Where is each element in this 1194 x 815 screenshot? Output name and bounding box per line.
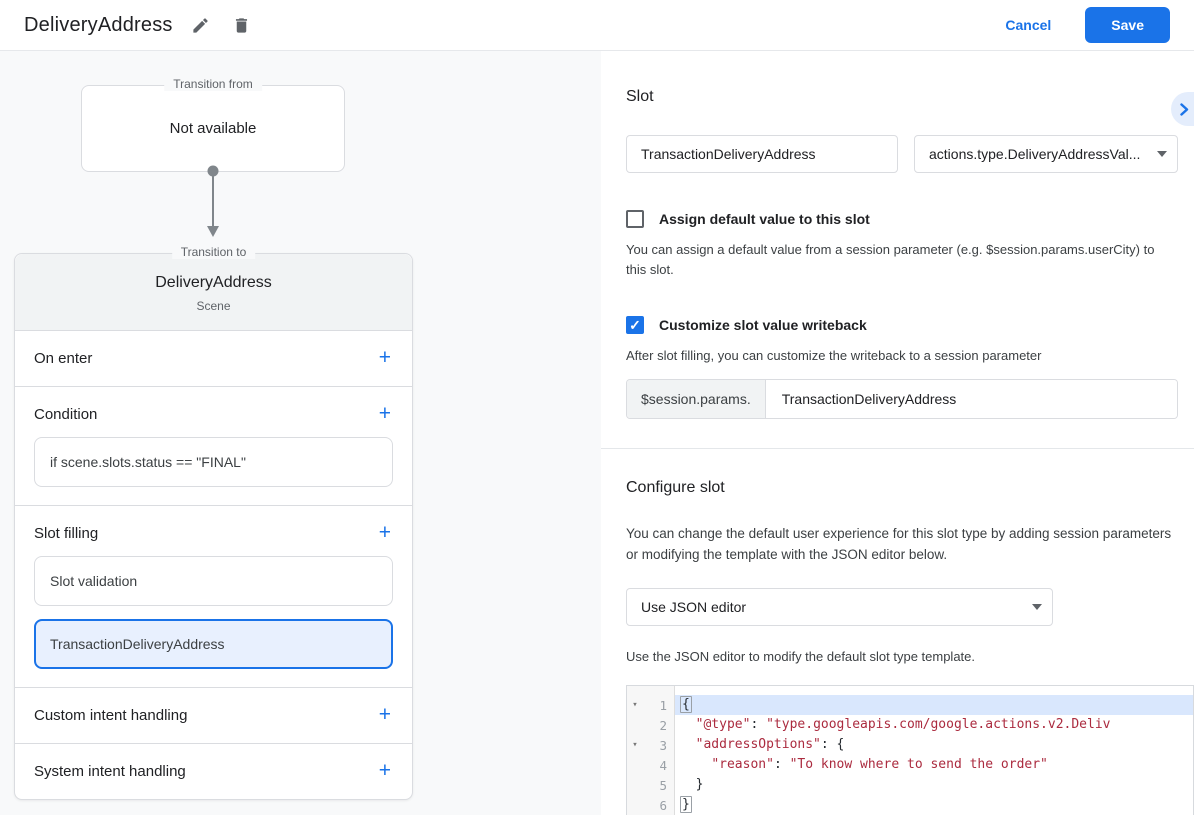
- slot-type-select[interactable]: actions.type.DeliveryAddressVal...: [914, 135, 1178, 173]
- scene-subtitle: Scene: [196, 299, 231, 313]
- scene-sections: On enter + Condition + if scene.slots.status…: [15, 331, 412, 799]
- transition-from-legend: Transition from: [164, 77, 262, 91]
- scene-item[interactable]: Slot validation: [34, 556, 393, 606]
- delete-button[interactable]: [228, 12, 255, 39]
- section-divider: [601, 448, 1194, 449]
- top-bar: DeliveryAddress Cancel Save: [0, 0, 1194, 51]
- trash-icon: [232, 16, 251, 35]
- scene-section-custom-intent-handling: Custom intent handling +: [15, 688, 412, 744]
- code-line-4: "reason": "To know where to send the ord…: [711, 757, 1048, 772]
- dropdown-caret-icon: [1157, 151, 1167, 157]
- edit-button[interactable]: [187, 12, 214, 39]
- writeback-checkbox[interactable]: ✓: [626, 316, 644, 334]
- writeback-description: After slot filling, you can customize th…: [626, 348, 1042, 363]
- scene-item[interactable]: if scene.slots.status == "FINAL": [34, 437, 393, 487]
- fold-arrow-icon[interactable]: ▾: [627, 740, 643, 750]
- gutter-line: 6: [627, 795, 674, 815]
- section-label: Condition: [34, 405, 98, 423]
- writeback-input-group: $session.params. TransactionDeliveryAddr…: [626, 379, 1178, 419]
- line-number: 3: [659, 737, 667, 753]
- assign-default-description: You can assign a default value from a se…: [626, 242, 1155, 277]
- scene-item[interactable]: TransactionDeliveryAddress: [34, 619, 393, 669]
- gutter-line: ▾ 1: [627, 695, 674, 715]
- transition-to-legend: Transition to: [171, 245, 256, 259]
- line-number: 1: [659, 697, 667, 713]
- line-number: 5: [659, 777, 667, 793]
- scene-section-slot-filling: Slot filling + Slot validation TransactionD…: [15, 506, 412, 688]
- editor-code-area[interactable]: { "@type": "type.googleapis.com/google.a…: [675, 686, 1193, 815]
- dropdown-caret-icon: [1032, 604, 1042, 610]
- fold-arrow-icon[interactable]: ▾: [627, 700, 643, 710]
- code-line-6: }: [680, 796, 692, 813]
- save-button[interactable]: Save: [1085, 7, 1170, 43]
- editor-mode-value: Use JSON editor: [641, 599, 747, 615]
- flow-arrow-icon: [203, 165, 223, 244]
- gutter-line: ▾ 3: [627, 735, 674, 755]
- code-line-1: {: [675, 695, 1193, 715]
- collapse-panel-button[interactable]: [1171, 92, 1194, 126]
- pencil-icon: [191, 16, 210, 35]
- line-number: 6: [659, 797, 667, 813]
- slot-type-value: actions.type.DeliveryAddressVal...: [929, 146, 1141, 162]
- code-line-2: "@type": "type.googleapis.com/google.act…: [695, 717, 1111, 732]
- line-number: 2: [659, 717, 667, 733]
- section-label: Custom intent handling: [34, 706, 188, 724]
- chevron-right-icon: [1180, 102, 1189, 116]
- transition-from-content: Not available: [169, 120, 257, 137]
- add-system-intent-handling-button[interactable]: +: [377, 760, 393, 781]
- editor-gutter: ▾ 1 2 ▾ 3 4 5 6: [627, 686, 675, 815]
- add-slot-filling-button[interactable]: +: [377, 522, 393, 543]
- cancel-button[interactable]: Cancel: [1005, 17, 1051, 33]
- add-on-enter-button[interactable]: +: [377, 347, 393, 368]
- scene-section-on-enter: On enter +: [15, 331, 412, 387]
- writeback-label: Customize slot value writeback: [659, 317, 867, 333]
- gutter-line: 4: [627, 755, 674, 775]
- section-label: System intent handling: [34, 762, 186, 780]
- json-editor-hint: Use the JSON editor to modify the defaul…: [626, 649, 976, 664]
- scene-section-condition: Condition + if scene.slots.status == "FINA…: [15, 387, 412, 506]
- transition-from-box: Transition from Not available: [81, 77, 345, 172]
- code-line-5: }: [680, 777, 704, 792]
- section-label: On enter: [34, 349, 93, 367]
- json-code-editor[interactable]: ▾ 1 2 ▾ 3 4 5 6 { "@type": "type.googleapis.com…: [626, 685, 1194, 815]
- slot-panel: Slot actions.type.DeliveryAddressVal... …: [601, 51, 1194, 815]
- transition-to-card: Transition to DeliveryAddress Scene On e…: [14, 245, 413, 800]
- page-title: DeliveryAddress: [24, 13, 173, 36]
- assign-default-checkbox[interactable]: [626, 210, 644, 228]
- gutter-line: 2: [627, 715, 674, 735]
- section-label: Slot filling: [34, 524, 99, 542]
- add-custom-intent-handling-button[interactable]: +: [377, 704, 393, 725]
- configure-slot-title: Configure slot: [626, 479, 725, 496]
- scene-header[interactable]: DeliveryAddress Scene: [15, 254, 412, 331]
- slot-section-title: Slot: [626, 88, 654, 105]
- add-condition-button[interactable]: +: [377, 403, 393, 424]
- editor-mode-select[interactable]: Use JSON editor: [626, 588, 1053, 626]
- scene-title: DeliveryAddress: [155, 274, 272, 291]
- line-number: 4: [659, 757, 667, 773]
- scene-section-system-intent-handling: System intent handling +: [15, 744, 412, 799]
- slot-name-input[interactable]: [626, 135, 898, 173]
- gutter-line: 5: [627, 775, 674, 795]
- flow-diagram-pane: Transition from Not available Transition…: [0, 51, 601, 815]
- configure-description: You can change the default user experien…: [626, 526, 1172, 562]
- assign-default-label: Assign default value to this slot: [659, 211, 870, 227]
- code-line-3: "addressOptions": {: [695, 737, 845, 752]
- writeback-prefix: $session.params.: [627, 380, 766, 418]
- writeback-value-input[interactable]: TransactionDeliveryAddress: [765, 380, 1177, 418]
